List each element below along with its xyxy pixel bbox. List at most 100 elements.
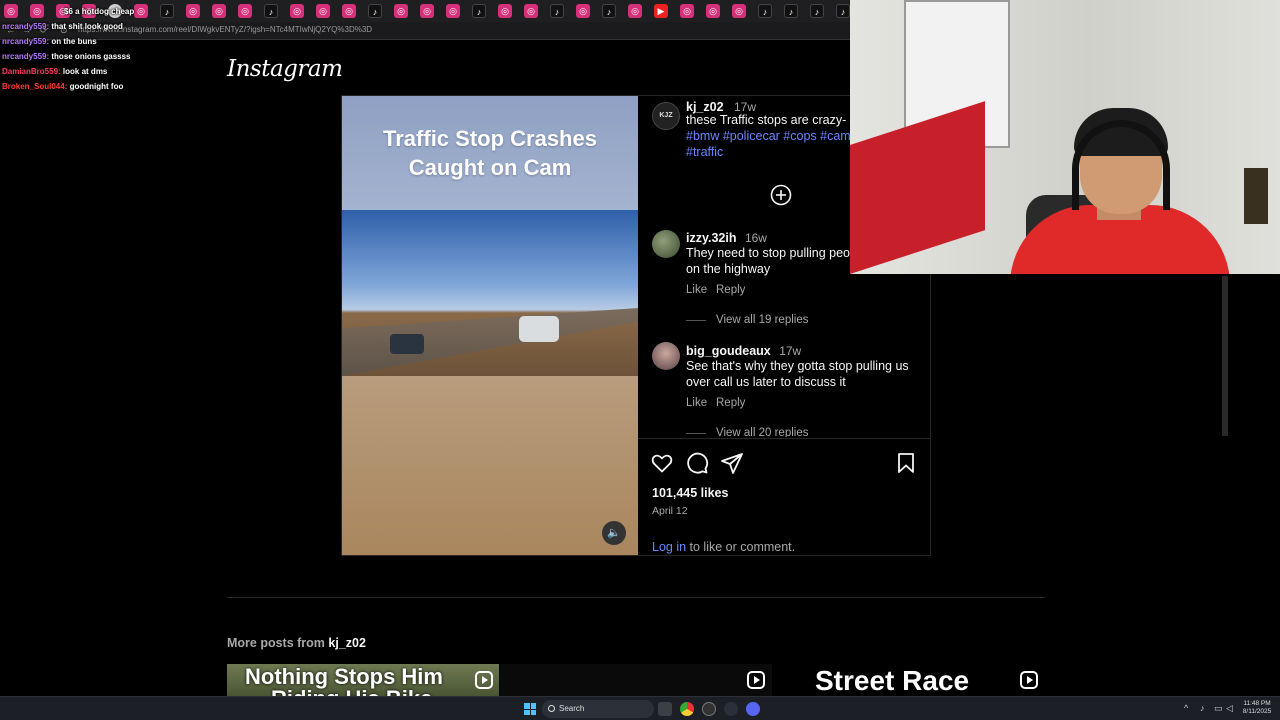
browser-tab-favicon[interactable]: ◎ [420,4,434,18]
hashtag[interactable]: #traffic [686,145,723,159]
chat-text: $6 a hotdog cheap [64,7,135,16]
browser-tab-favicon[interactable]: ♪ [602,4,616,18]
browser-tab-favicon[interactable]: ♪ [550,4,564,18]
browser-tab-favicon[interactable]: ♪ [472,4,486,18]
heart-icon[interactable] [650,451,674,475]
more-post-thumbnail[interactable] [500,664,772,696]
author-avatar[interactable]: KJZ [652,102,680,130]
view-replies-button[interactable]: View all 20 replies [716,427,808,437]
comments-scrollbar[interactable] [1222,276,1228,436]
browser-tab-favicon[interactable]: ◎ [342,4,356,18]
white-suv [519,316,559,342]
chat-username: Broken_Soul044: [2,82,68,91]
browser-tab-favicon[interactable]: ◎ [524,4,538,18]
tray-chevron-icon[interactable]: ^ [1184,703,1188,713]
chat-username: nrcandy559: [2,22,50,31]
dashcam-scene [342,210,638,376]
comment-text: They need to stop pulling peo on the hig… [686,245,850,277]
more-posts-prefix: More posts from [227,636,329,650]
browser-tab-favicon[interactable]: ◎ [628,4,642,18]
comment-line: on the highway [686,262,771,276]
browser-tab-favicon[interactable]: ◎ [290,4,304,18]
more-posts-username[interactable]: kj_z02 [328,636,366,650]
commenter-avatar[interactable] [652,230,680,258]
browser-tab-favicon[interactable]: ♪ [810,4,824,18]
bookmark-icon[interactable] [894,451,918,475]
browser-tab-favicon[interactable]: ♪ [160,4,174,18]
browser-tab-favicon[interactable]: ♪ [368,4,382,18]
hashtag[interactable]: #cops [783,129,816,143]
browser-tab-favicon[interactable]: ◎ [316,4,330,18]
comment-reply-button[interactable]: Reply [716,397,745,409]
browser-tab-favicon[interactable]: ◎ [186,4,200,18]
browser-tab-favicon[interactable]: ◎ [134,4,148,18]
browser-tab-favicon[interactable]: ♪ [264,4,278,18]
windows-start-icon[interactable] [524,703,536,715]
reel-video[interactable]: Traffic Stop Crashes Caught on Cam 🔈 [342,96,638,555]
comment-username[interactable]: izzy.32ih [686,231,736,245]
browser-tab-favicon[interactable]: ◎ [706,4,720,18]
post-actions: 101,445 likes April 12 Log in to like or… [638,438,930,555]
thumbnail-subtitle: Riding His Bike [271,686,432,696]
discord-icon[interactable] [746,702,760,716]
chat-text: that shit look good [51,22,123,31]
browser-tab-favicon[interactable]: ♪ [758,4,772,18]
comment-line: over call us later to discuss it [686,375,846,389]
commenter-avatar[interactable] [652,342,680,370]
load-more-comments-button[interactable] [770,184,792,206]
stream-chat-overlay: $6 a hotdog cheap nrcandy559: that shit … [2,4,134,94]
comment-reply-button[interactable]: Reply [716,284,745,296]
app-icon[interactable] [724,702,738,716]
chat-username: nrcandy559: [2,52,50,61]
network-icon[interactable]: ▭ [1214,703,1223,714]
blurred-video-area [342,376,638,555]
post-card: Traffic Stop Crashes Caught on Cam 🔈 KJZ… [341,95,1228,556]
browser-tab-favicon[interactable]: ◎ [394,4,408,18]
browser-tab-favicon[interactable]: ◎ [212,4,226,18]
chat-text: goodnight foo [69,82,124,91]
comment-age: 16w [744,231,767,245]
comment-text: See that's why they gotta stop pulling u… [686,358,909,390]
comment-icon[interactable] [685,451,709,475]
hashtag[interactable]: #policecar [723,129,780,143]
share-icon[interactable] [720,451,744,475]
likes-count[interactable]: 101,445 likes [652,486,728,500]
audio-toggle-button[interactable]: 🔈 [602,521,626,545]
chat-message: nrcandy559: on the buns [2,34,134,49]
login-link[interactable]: Log in [652,540,686,554]
obs-icon[interactable] [702,702,716,716]
browser-tab-favicon[interactable]: ▶ [654,4,668,18]
shelf [1244,168,1268,224]
thumbnail-title: Street Race [815,665,970,696]
replies-divider [686,433,706,434]
more-post-thumbnail[interactable]: Street Race [773,664,1045,696]
hashtag[interactable]: #cam [820,129,851,143]
browser-tab-favicon[interactable]: ◎ [498,4,512,18]
comment-like-button[interactable]: Like [686,284,707,296]
more-post-thumbnail[interactable]: Nothing Stops Him Riding His Bike [227,664,499,696]
browser-tab-favicon[interactable]: ◎ [680,4,694,18]
chrome-icon[interactable] [680,702,694,716]
hashtag[interactable]: #bmw [686,129,719,143]
reel-icon [747,671,765,689]
instagram-logo[interactable]: Instagram [227,56,343,82]
browser-tab-favicon[interactable]: ◎ [446,4,460,18]
view-replies-button[interactable]: View all 19 replies [716,314,808,326]
comment-like-button[interactable]: Like [686,397,707,409]
task-view-icon[interactable] [658,702,672,716]
browser-tab-favicon[interactable]: ◎ [732,4,746,18]
comment-line: They need to stop pulling peo [686,246,851,260]
taskbar-clock[interactable]: 11:48 PM 8/11/2025 [1240,700,1274,716]
webcam-overlay [850,0,1280,274]
browser-tab-favicon[interactable]: ♪ [836,4,850,18]
browser-tab-favicon[interactable]: ◎ [238,4,252,18]
mic-icon[interactable]: ♪ [1200,703,1205,713]
browser-tab-favicon[interactable]: ◎ [576,4,590,18]
comment-username[interactable]: big_goudeaux [686,344,771,358]
more-posts-heading: More posts from kj_z02 [227,636,366,650]
chat-username: nrcandy559: [2,37,50,46]
browser-tab-favicon[interactable]: ♪ [784,4,798,18]
caption-text: these Traffic stops are crazy- [686,113,847,127]
taskbar-search[interactable]: Search [542,700,654,718]
volume-icon[interactable]: ◁ [1226,703,1233,714]
